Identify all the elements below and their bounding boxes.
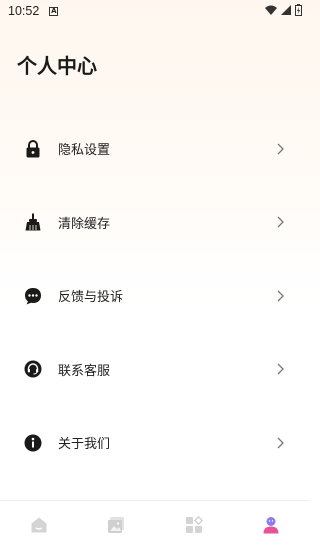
menu-item-label: 联系客服 (58, 363, 111, 379)
tab-gallery[interactable] (96, 507, 136, 547)
chevron-right-icon (276, 289, 286, 303)
status-icons (265, 3, 302, 19)
chevron-right-icon (276, 142, 286, 156)
tab-apps[interactable] (174, 507, 214, 547)
menu-item-feedback[interactable]: 反馈与投诉 (0, 259, 310, 333)
notification-indicator: A (49, 6, 59, 16)
settings-menu: 隐私设置 清除缓存 反馈与投诉 联系客服 关于我们 (0, 112, 310, 480)
status-bar: 10:52 A (0, 0, 310, 22)
profile-icon (262, 516, 280, 538)
chevron-right-icon (276, 362, 286, 376)
lock-icon (24, 139, 42, 158)
menu-item-privacy-settings[interactable]: 隐私设置 (0, 112, 310, 186)
broom-icon (24, 213, 42, 231)
menu-item-about-us[interactable]: 关于我们 (0, 406, 310, 480)
tab-home[interactable] (19, 507, 59, 547)
home-icon (30, 516, 48, 538)
tab-profile[interactable] (251, 507, 291, 547)
headset-icon (24, 360, 42, 378)
menu-item-customer-service[interactable]: 联系客服 (0, 333, 310, 407)
gallery-icon (107, 516, 125, 538)
wifi-icon (265, 4, 277, 18)
battery-icon (295, 3, 302, 19)
menu-item-clear-cache[interactable]: 清除缓存 (0, 186, 310, 260)
menu-item-label: 隐私设置 (58, 143, 111, 159)
page-title: 个人中心 (17, 54, 97, 78)
chat-bubble-icon (24, 287, 42, 305)
menu-item-label: 清除缓存 (58, 216, 111, 232)
chevron-right-icon (276, 436, 286, 450)
apps-icon (185, 515, 203, 538)
info-icon (24, 434, 42, 452)
menu-item-label: 关于我们 (58, 437, 111, 453)
status-time: 10:52 (8, 4, 40, 18)
bottom-navigation (0, 500, 310, 552)
signal-icon (281, 4, 291, 18)
menu-item-label: 反馈与投诉 (58, 290, 124, 306)
chevron-right-icon (276, 215, 286, 229)
